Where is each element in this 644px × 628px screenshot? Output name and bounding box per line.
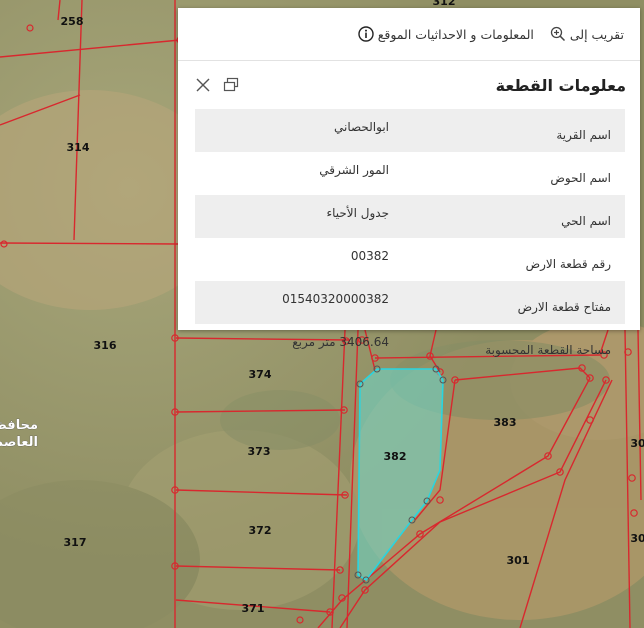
parcel-info-popup: تقريب إلى المعلومات و الاحداثيات الموقع … [178, 8, 640, 357]
parcel-label-314: 314 [67, 141, 90, 154]
parcel-label-371: 371 [242, 602, 265, 615]
governorate-label-line2: العاصم [0, 435, 38, 450]
parcel-label-316: 316 [94, 339, 117, 352]
parcel-attributes-table: اسم القرية ابوالحصاني اسم الحوض المور ال… [195, 109, 625, 367]
parcel-label-301: 301 [507, 554, 530, 567]
info-icon [358, 26, 374, 42]
parcel-label-317: 317 [64, 536, 87, 549]
table-row: رقم قطعة الارض 00382 [195, 238, 625, 281]
close-icon [196, 78, 210, 92]
attribute-value: جدول الأحياء [195, 195, 403, 238]
restore-button[interactable] [220, 74, 242, 96]
governorate-label-line1: محافظ [0, 418, 38, 433]
popup-title: معلومات القطعة [495, 75, 626, 95]
parcel-label-30b: 30 [630, 532, 644, 545]
attribute-key: مفتاح قطعة الارض [403, 281, 625, 324]
popup-header: معلومات القطعة [178, 61, 640, 109]
parcel-label-372: 372 [249, 524, 272, 537]
attribute-value: 3406.64 متر مربع [292, 334, 389, 349]
table-row: مساحة القطعة المحسوبة 3406.64 متر مربع [195, 324, 625, 367]
close-button[interactable] [192, 74, 214, 96]
table-row: اسم الحي جدول الأحياء [195, 195, 625, 238]
attribute-key: اسم الحوض [550, 170, 611, 185]
parcel-label-383: 383 [494, 416, 517, 429]
parcel-label-258: 258 [61, 15, 84, 28]
site-info-label: المعلومات و الاحداثيات الموقع [377, 26, 534, 42]
attribute-key: اسم الحي [403, 195, 625, 238]
parcel-label-382: 382 [384, 450, 407, 463]
attribute-key: اسم القرية [403, 109, 625, 152]
table-row: اسم الحوض المور الشرقي [195, 152, 625, 195]
attribute-key: مساحة القطعة المحسوبة [485, 342, 611, 357]
site-info-button[interactable]: المعلومات و الاحداثيات الموقع [358, 26, 534, 42]
attribute-key: رقم قطعة الارض [525, 256, 611, 271]
parcel-label-30a: 30 [630, 437, 644, 450]
restore-window-icon [223, 77, 239, 92]
table-row: مفتاح قطعة الارض 01540320000382 [195, 281, 625, 324]
zoom-to-button[interactable]: تقريب إلى [550, 26, 624, 42]
popup-toolbar: تقريب إلى المعلومات و الاحداثيات الموقع [178, 8, 640, 61]
parcel-label-373: 373 [248, 445, 271, 458]
attribute-value: المور الشرقي [319, 162, 389, 177]
parcel-label-374: 374 [249, 368, 272, 381]
attribute-value: 00382 [350, 248, 389, 263]
parcel-label-312: 312 [433, 0, 456, 8]
attribute-value: 01540320000382 [195, 281, 403, 324]
zoom-in-icon [550, 26, 565, 42]
attribute-value: ابوالحصاني [195, 109, 403, 152]
table-row: اسم القرية ابوالحصاني [195, 109, 625, 152]
zoom-to-label: تقريب إلى [569, 26, 624, 42]
